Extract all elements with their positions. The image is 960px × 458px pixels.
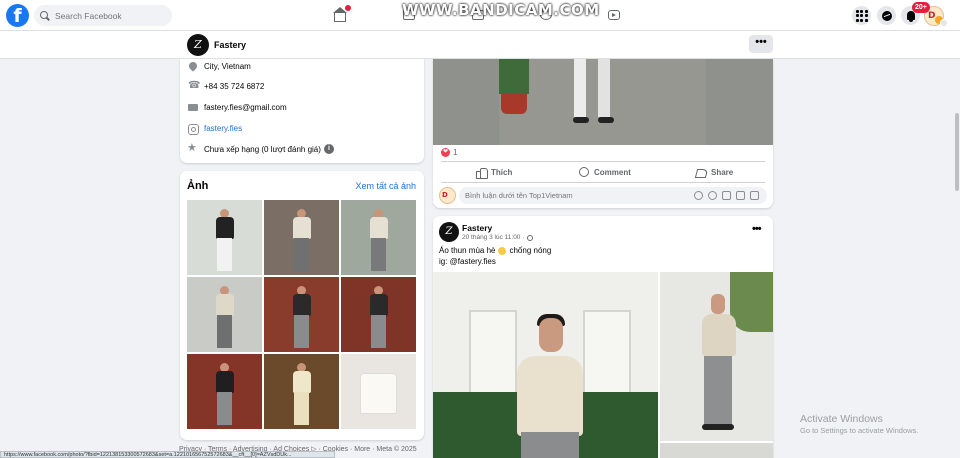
share-label: Share bbox=[711, 167, 734, 177]
page-header-bar: Z Fastery ••• bbox=[0, 31, 960, 59]
share-button[interactable]: Share bbox=[696, 165, 733, 179]
post-timestamp[interactable]: 20 tháng 3 lúc 11:00 · bbox=[462, 234, 534, 241]
post-text-line: ig: @fastery.fies bbox=[439, 257, 496, 266]
commenter-avatar[interactable]: D bbox=[439, 187, 456, 204]
scrollbar-track[interactable] bbox=[953, 31, 960, 458]
account-caret-icon[interactable] bbox=[940, 19, 948, 27]
page-avatar[interactable]: Z bbox=[187, 34, 209, 56]
post-text-after-emoji: chống nóng bbox=[509, 246, 552, 255]
post-image[interactable] bbox=[660, 443, 773, 458]
rating-row: Chưa xếp hạng (0 lượt đánh giá) i bbox=[187, 141, 334, 154]
photo-thumbnail[interactable] bbox=[341, 354, 416, 429]
post-card: Z Fastery 20 tháng 3 lúc 11:00 · ••• Áo … bbox=[433, 216, 773, 458]
share-icon bbox=[696, 167, 706, 177]
post-image[interactable] bbox=[433, 59, 773, 145]
gif-icon[interactable] bbox=[736, 191, 745, 200]
email-row: fastery.fies@gmail.com bbox=[188, 103, 287, 113]
heart-icon: ❤ bbox=[441, 148, 450, 157]
instagram-row: fastery.fies bbox=[188, 124, 242, 135]
like-label: Thích bbox=[491, 167, 513, 177]
messenger-button[interactable] bbox=[877, 6, 896, 25]
comment-input[interactable] bbox=[465, 191, 685, 200]
sun-emoji-icon bbox=[498, 246, 507, 255]
intro-card: City, Vietnam +84 35 724 6872 fastery.fi… bbox=[180, 59, 424, 163]
photo-thumbnail[interactable] bbox=[187, 200, 262, 275]
post-image[interactable] bbox=[660, 272, 773, 441]
instagram-link[interactable]: fastery.fies bbox=[204, 124, 242, 133]
post-time-text: 20 tháng 3 lúc 11:00 · bbox=[462, 234, 525, 241]
phone-icon bbox=[188, 80, 200, 92]
menu-grid-icon bbox=[855, 9, 868, 22]
activate-windows-title: Activate Windows bbox=[800, 413, 883, 425]
instagram-icon bbox=[188, 124, 199, 135]
photos-card: Ảnh Xem tất cả ảnh bbox=[180, 171, 424, 440]
page-name[interactable]: Fastery bbox=[214, 40, 246, 50]
home-icon[interactable] bbox=[332, 5, 351, 23]
post-author-avatar[interactable]: Z bbox=[439, 222, 459, 242]
like-icon bbox=[476, 167, 488, 179]
rating-text: Chưa xếp hạng (0 lượt đánh giá) bbox=[204, 144, 321, 154]
mail-icon bbox=[188, 103, 198, 113]
like-button[interactable]: Thích bbox=[476, 165, 512, 179]
menu-button[interactable] bbox=[852, 6, 871, 25]
page-more-button[interactable]: ••• bbox=[749, 35, 773, 53]
address-row: City, Vietnam bbox=[188, 62, 251, 72]
comment-label: Comment bbox=[594, 167, 631, 177]
bell-icon bbox=[906, 11, 915, 22]
comment-icon bbox=[579, 167, 589, 177]
phone-row: +84 35 724 6872 bbox=[188, 80, 265, 92]
post-image[interactable] bbox=[433, 272, 658, 458]
search-input[interactable] bbox=[55, 10, 165, 21]
home-notification-dot bbox=[345, 5, 351, 11]
photo-thumbnail[interactable] bbox=[187, 354, 262, 429]
reaction-count: 1 bbox=[453, 148, 458, 157]
photo-thumbnail[interactable] bbox=[341, 277, 416, 352]
photo-thumbnail[interactable] bbox=[264, 354, 339, 429]
camera-icon[interactable] bbox=[722, 191, 731, 200]
emoji-icon[interactable] bbox=[708, 191, 717, 200]
messenger-icon bbox=[881, 10, 892, 21]
photo-thumbnail[interactable] bbox=[341, 200, 416, 275]
divider bbox=[441, 182, 765, 183]
photos-title: Ảnh bbox=[187, 180, 209, 192]
see-all-photos-link[interactable]: Xem tất cả ảnh bbox=[355, 181, 416, 191]
photo-thumbnail[interactable] bbox=[264, 200, 339, 275]
post-more-button[interactable]: ••• bbox=[752, 223, 762, 235]
photo-grid bbox=[187, 200, 416, 429]
photo-thumbnail[interactable] bbox=[264, 277, 339, 352]
info-icon[interactable]: i bbox=[323, 144, 334, 154]
scrollbar-thumb[interactable] bbox=[955, 113, 959, 191]
notifications-badge: 20+ bbox=[912, 2, 930, 13]
gaming-icon[interactable] bbox=[606, 7, 622, 23]
phone-text: +84 35 724 6872 bbox=[204, 82, 265, 91]
post-card: ❤ 1 Thích Comment Share D bbox=[433, 59, 773, 208]
location-icon bbox=[188, 62, 198, 72]
sticker-icon[interactable] bbox=[750, 191, 759, 200]
post-text-before-emoji: Áo thun mùa hè bbox=[439, 246, 496, 255]
facebook-logo-icon[interactable]: f bbox=[6, 4, 29, 27]
post-text-line: Áo thun mùa hè chống nóng bbox=[439, 246, 551, 255]
bandicam-watermark: WWW.BANDICAM.COM bbox=[402, 1, 600, 19]
comment-button[interactable]: Comment bbox=[579, 165, 631, 179]
reaction-summary[interactable]: ❤ 1 bbox=[441, 148, 457, 157]
comment-tools bbox=[694, 191, 759, 200]
divider bbox=[441, 161, 765, 162]
search-box[interactable] bbox=[34, 5, 172, 26]
comment-box[interactable] bbox=[459, 187, 767, 204]
star-icon bbox=[187, 141, 198, 154]
avatar-sticker-icon[interactable] bbox=[694, 191, 703, 200]
top-navigation-bar: f WWW.BANDICAM.COM 20+ D bbox=[0, 0, 960, 31]
photo-thumbnail[interactable] bbox=[187, 277, 262, 352]
address-text: City, Vietnam bbox=[204, 62, 251, 71]
email-text: fastery.fies@gmail.com bbox=[204, 103, 287, 112]
activate-windows-subtitle: Go to Settings to activate Windows. bbox=[800, 426, 919, 435]
search-icon bbox=[40, 10, 50, 21]
globe-icon bbox=[527, 234, 534, 241]
status-bar-url: https://www.facebook.com/photo/?fbid=122… bbox=[0, 451, 335, 458]
post-author-name[interactable]: Fastery bbox=[462, 223, 492, 233]
